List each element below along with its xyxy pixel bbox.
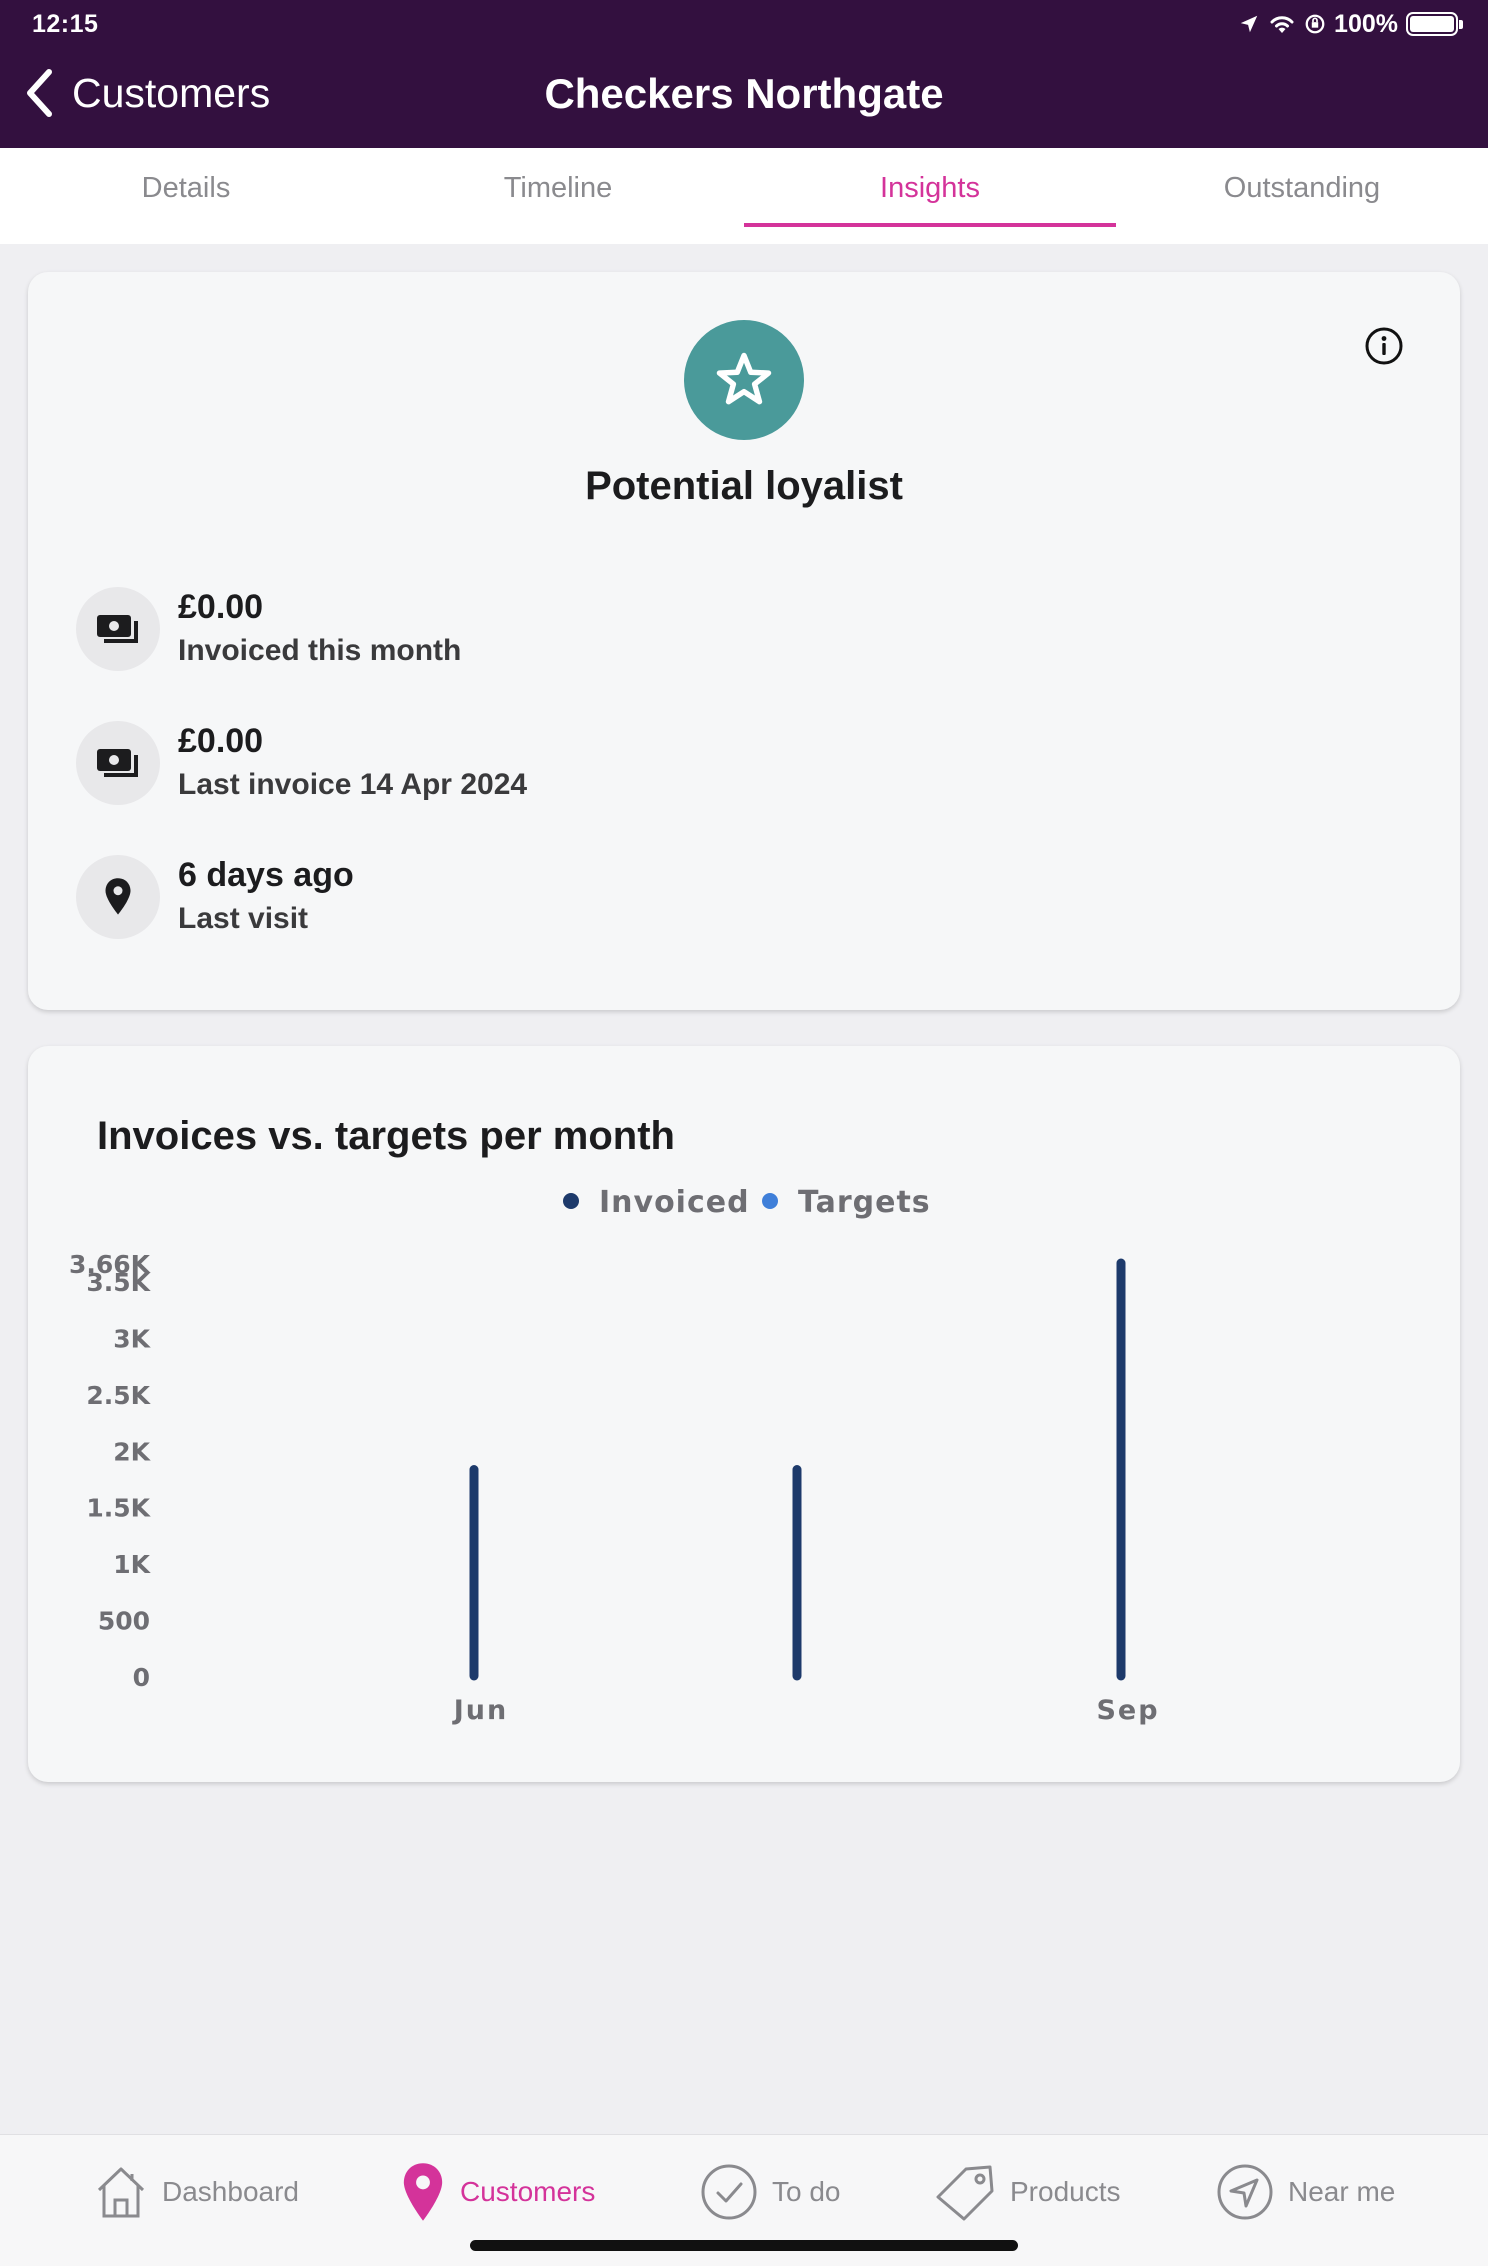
y-tick-label: 2.5K — [86, 1381, 151, 1410]
legend-label: Targets — [798, 1185, 931, 1220]
star-icon — [716, 352, 772, 405]
navigation-header: 12:15 100% Customers Checkers Northgate — [0, 0, 1488, 148]
tab-insights[interactable]: Insights — [744, 148, 1116, 244]
y-tick-label: 1.5K — [86, 1494, 151, 1523]
battery-percent: 100% — [1334, 9, 1398, 38]
stat-label: Invoiced this month — [178, 634, 462, 667]
orientation-lock-icon — [1305, 14, 1325, 34]
nav-label: Customers — [460, 2176, 596, 2207]
segment-badge — [684, 320, 804, 440]
home-icon — [97, 2167, 145, 2218]
insights-summary-card: Potential loyalist £0.00 Invoiced this m… — [28, 272, 1460, 1010]
location-pin-icon — [403, 2163, 443, 2221]
location-pin-icon — [76, 855, 160, 939]
y-tick-label: 3K — [113, 1324, 151, 1353]
money-icon — [76, 721, 160, 805]
nav-label: Dashboard — [162, 2176, 299, 2207]
stat-invoiced-this-month: £0.00 Invoiced this month — [76, 584, 461, 674]
status-icons: 100% — [1238, 8, 1463, 40]
money-icon — [76, 587, 160, 671]
chevron-left-icon — [27, 69, 52, 117]
back-label: Customers — [72, 69, 271, 116]
x-tick-label: Sep — [1096, 1695, 1159, 1726]
nav-products[interactable]: Products — [934, 2159, 1121, 2225]
y-tick-label: 1K — [113, 1550, 151, 1579]
stat-value: £0.00 — [178, 722, 264, 760]
nav-label: Near me — [1288, 2176, 1396, 2207]
nav-customers[interactable]: Customers — [400, 2159, 595, 2225]
check-circle-icon — [701, 2164, 757, 2220]
stat-last-invoice: £0.00 Last invoice 14 Apr 2024 — [76, 718, 527, 808]
y-tick-label: 500 — [98, 1607, 150, 1636]
location-arrow-icon — [1240, 15, 1258, 33]
legend-label: Invoiced — [599, 1185, 750, 1220]
stat-value: 6 days ago — [178, 856, 354, 894]
segment-tabs: Details Timeline Insights Outstanding — [0, 148, 1488, 244]
status-time: 12:15 — [32, 10, 99, 38]
segment-label: Potential loyalist — [585, 464, 903, 508]
y-tick-label: 2K — [113, 1437, 151, 1466]
x-tick-label: Jun — [452, 1695, 509, 1726]
tab-outstanding[interactable]: Outstanding — [1116, 148, 1488, 244]
nav-dashboard[interactable]: Dashboard — [94, 2159, 299, 2225]
legend-marker — [563, 1193, 579, 1209]
nav-label: To do — [772, 2176, 841, 2207]
nav-todo[interactable]: To do — [700, 2159, 841, 2225]
page-title: Checkers Northgate — [544, 70, 944, 117]
wifi-icon — [1270, 16, 1294, 33]
nav-label: Products — [1010, 2176, 1121, 2207]
y-tick-label: 0 — [133, 1663, 150, 1692]
navigation-icon — [1217, 2164, 1273, 2220]
stat-label: Last invoice 14 Apr 2024 — [178, 768, 528, 801]
legend-marker — [762, 1193, 778, 1209]
y-tick-label: 3.66K — [69, 1250, 152, 1279]
tag-icon — [936, 2165, 994, 2221]
invoices-chart: Invoiced Targets05001K1.5K2K2.5K3K3.5K3.6… — [69, 1185, 1159, 1726]
stat-label: Last visit — [178, 902, 309, 935]
stat-value: £0.00 — [178, 588, 264, 626]
battery-icon — [1406, 12, 1463, 36]
back-button[interactable]: Customers — [24, 68, 270, 118]
stat-last-visit: 6 days ago Last visit — [76, 852, 354, 942]
home-indicator — [470, 2240, 1018, 2251]
nav-near-me[interactable]: Near me — [1216, 2159, 1395, 2225]
tab-timeline[interactable]: Timeline — [372, 148, 744, 244]
tab-details[interactable]: Details — [0, 148, 372, 244]
invoices-chart-card: Invoices vs. targets per month Invoiced T… — [28, 1046, 1460, 1782]
info-icon[interactable] — [1364, 326, 1404, 366]
